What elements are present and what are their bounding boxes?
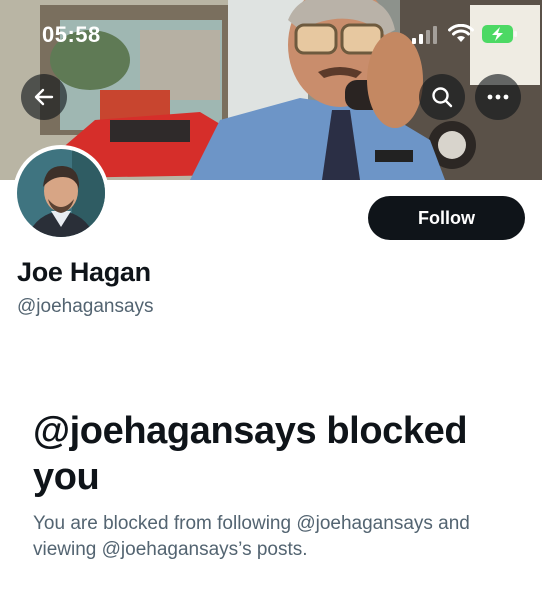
wifi-icon [448, 24, 474, 42]
more-icon [487, 94, 509, 100]
status-time: 05:58 [42, 22, 101, 47]
profile-avatar[interactable] [13, 145, 109, 241]
follow-button[interactable]: Follow [368, 196, 525, 240]
profile-handle: @joehagansays [17, 296, 154, 317]
search-button[interactable] [419, 74, 465, 120]
blocked-notice-title: @joehagansays blocked you [33, 410, 468, 498]
cellular-signal-icon [412, 26, 437, 44]
status-bar: 05:58 [0, 0, 542, 60]
avatar-photo [17, 149, 105, 237]
back-button[interactable] [21, 74, 67, 120]
back-arrow-icon [34, 88, 54, 106]
blocked-notice-description: You are blocked from following @joehagan… [33, 513, 470, 560]
more-options-button[interactable] [475, 74, 521, 120]
display-name: Joe Hagan [17, 257, 151, 287]
battery-charging-icon [482, 25, 517, 43]
search-icon [432, 87, 453, 108]
